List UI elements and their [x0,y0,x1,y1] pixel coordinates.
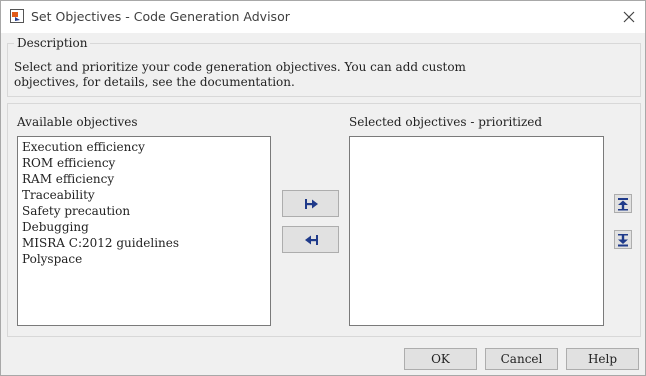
ok-button[interactable]: OK [404,348,477,370]
available-objective-item[interactable]: ROM efficiency [18,155,270,171]
add-objective-button[interactable] [282,190,339,217]
available-objectives-list[interactable]: Execution efficiency ROM efficiency RAM ef… [17,136,271,326]
move-up-priority-button[interactable] [614,194,632,213]
available-objective-item[interactable]: Execution efficiency [18,139,270,155]
move-down-priority-button[interactable] [614,230,632,249]
window-title: Set Objectives - Code Generation Advisor [31,9,290,24]
set-objectives-dialog: Set Objectives - Code Generation Advisor… [0,0,646,376]
description-text: Select and prioritize your code generati… [14,60,466,89]
selected-objectives-label: Selected objectives - prioritized [349,115,543,129]
add-right-arrow-icon [305,199,318,209]
available-objective-item[interactable]: Safety precaution [18,203,270,219]
available-objective-item[interactable]: Traceability [18,187,270,203]
remove-objective-button[interactable] [282,226,339,253]
cancel-button-label: Cancel [500,352,543,366]
available-objective-item[interactable]: Debugging [18,219,270,235]
available-objectives-label: Available objectives [17,115,138,129]
selected-objectives-list[interactable] [349,136,604,326]
available-objective-item[interactable]: MISRA C:2012 guidelines [18,235,270,251]
description-legend: Description [14,36,91,50]
move-to-top-icon [618,198,628,211]
cancel-button[interactable]: Cancel [485,348,558,370]
help-button[interactable]: Help [566,348,639,370]
help-button-label: Help [587,352,618,366]
available-objective-item[interactable]: Polyspace [18,251,270,267]
available-objective-item[interactable]: RAM efficiency [18,171,270,187]
title-bar: Set Objectives - Code Generation Advisor [1,1,645,33]
simulink-app-icon [10,9,24,23]
move-to-bottom-icon [618,234,628,247]
ok-button-label: OK [431,352,450,366]
close-icon[interactable] [621,9,637,25]
remove-left-arrow-icon [305,235,318,245]
